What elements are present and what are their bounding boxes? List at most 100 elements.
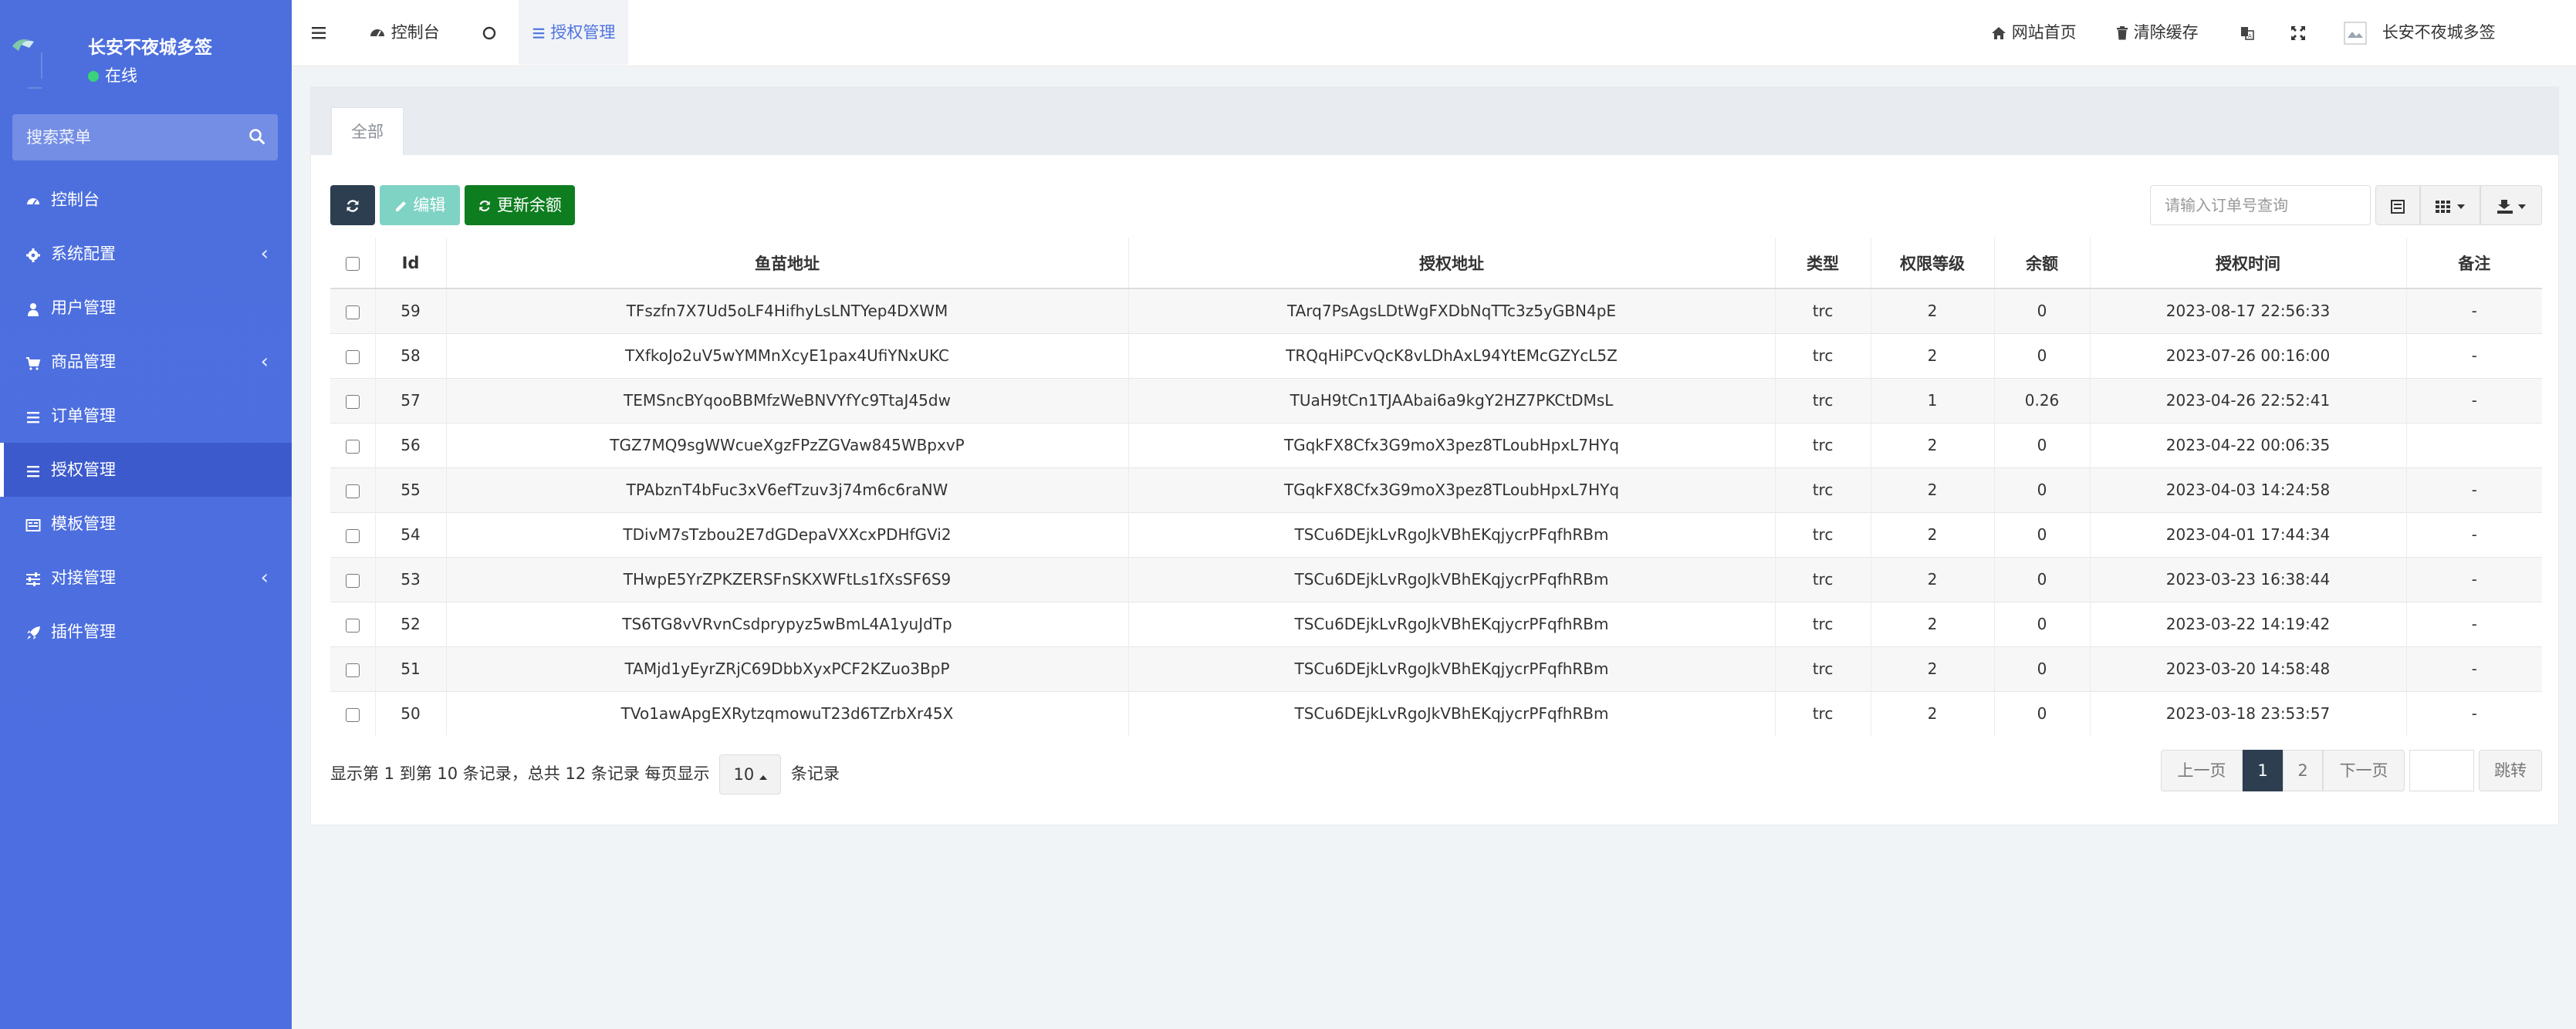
refresh-button[interactable] bbox=[330, 185, 375, 225]
row-checkbox-cell bbox=[330, 377, 375, 423]
rocket-icon bbox=[25, 606, 42, 660]
cell-type: trc bbox=[1774, 690, 1871, 736]
table-body: 59 TFszfn7X7Ud5oLF4HifhyLsLNTYep4DXWM TArq… bbox=[330, 288, 2542, 736]
sidebar-item-label: 对接管理 bbox=[51, 568, 116, 587]
header-user-menu[interactable]: 长安不夜城多签 bbox=[2343, 0, 2496, 65]
cell-level: 2 bbox=[1870, 422, 1994, 467]
cell-auth-time: 2023-07-26 00:16:00 bbox=[2089, 332, 2406, 378]
row-checkbox[interactable] bbox=[345, 663, 360, 677]
cell-auth-address: TSCu6DEjkLvRgoJkVBhEKqjycrPFqfhRBm bbox=[1127, 690, 1775, 736]
sidebar-item-integrations[interactable]: 对接管理 ‹ bbox=[0, 551, 292, 605]
tab-all[interactable]: 全部 bbox=[331, 107, 404, 155]
row-checkbox[interactable] bbox=[345, 394, 360, 409]
jump-page-input[interactable] bbox=[2410, 751, 2473, 791]
order-search-input[interactable] bbox=[2151, 186, 2370, 224]
sidebar-item-templates[interactable]: 模板管理 bbox=[0, 497, 292, 551]
translate-icon[interactable]: A bbox=[2240, 0, 2255, 65]
row-checkbox[interactable] bbox=[345, 528, 360, 543]
table-row[interactable]: 59 TFszfn7X7Ud5oLF4HifhyLsLNTYep4DXWM TArq… bbox=[330, 288, 2542, 333]
cell-auth-address: TSCu6DEjkLvRgoJkVBhEKqjycrPFqfhRBm bbox=[1127, 646, 1775, 691]
row-checkbox[interactable] bbox=[345, 618, 360, 633]
column-header[interactable]: 授权地址 bbox=[1127, 238, 1775, 289]
fullscreen-icon[interactable] bbox=[2290, 0, 2306, 65]
sidebar-item-products[interactable]: 商品管理 ‹ bbox=[0, 335, 292, 389]
tab-dashboard-label: 控制台 bbox=[390, 23, 440, 42]
page-2-button[interactable]: 2 bbox=[2283, 750, 2323, 791]
tab-authorization[interactable]: 授权管理 bbox=[519, 0, 628, 65]
user-name: 长安不夜城多签 bbox=[88, 38, 212, 58]
cell-auth-time: 2023-03-22 14:19:42 bbox=[2089, 601, 2406, 646]
sidebar-item-label: 订单管理 bbox=[51, 407, 116, 425]
menu-toggle-icon[interactable] bbox=[312, 0, 327, 65]
sidebar-item-dashboard[interactable]: 控制台 bbox=[0, 173, 292, 227]
cell-level: 2 bbox=[1870, 511, 1994, 557]
cell-id: 50 bbox=[374, 690, 446, 736]
jump-button[interactable]: 跳转 bbox=[2479, 750, 2542, 791]
sidebar-item-authorization[interactable]: 授权管理 bbox=[0, 443, 292, 497]
columns-button[interactable] bbox=[2420, 185, 2480, 225]
cell-fish-address: TXfkoJo2uV5wYMMnXcyE1pax4UfiYNxUKC bbox=[445, 332, 1128, 378]
sidebar-item-users[interactable]: 用户管理 bbox=[0, 281, 292, 335]
prev-page-button[interactable]: 上一页 bbox=[2161, 750, 2243, 791]
sidebar-item-system-config[interactable]: 系统配置 ‹ bbox=[0, 227, 292, 281]
cell-balance: 0 bbox=[1993, 422, 2090, 467]
clear-cache-link[interactable]: 清除缓存 bbox=[2116, 0, 2199, 65]
cell-level: 2 bbox=[1870, 332, 1994, 378]
column-header[interactable]: Id bbox=[374, 238, 446, 289]
row-checkbox[interactable] bbox=[345, 305, 360, 319]
refresh-circle-icon[interactable] bbox=[482, 0, 497, 65]
clear-cache-label: 清除缓存 bbox=[2133, 23, 2199, 42]
row-checkbox-cell bbox=[330, 332, 375, 378]
row-checkbox-cell bbox=[330, 601, 375, 646]
export-button[interactable] bbox=[2480, 185, 2542, 225]
site-home-link[interactable]: 网站首页 bbox=[1991, 0, 2077, 65]
row-checkbox[interactable] bbox=[345, 439, 360, 454]
column-header[interactable]: 鱼苗地址 bbox=[445, 238, 1128, 289]
edit-button[interactable]: 编辑 bbox=[380, 185, 460, 225]
cell-id: 53 bbox=[374, 556, 446, 602]
table-row[interactable]: 51 TAMjd1yEyrZRjC69DbbXyxPCF2KZuo3BpP TSCu… bbox=[330, 646, 2542, 691]
update-balance-button[interactable]: 更新余额 bbox=[465, 185, 575, 225]
cell-auth-time: 2023-04-01 17:44:34 bbox=[2089, 511, 2406, 557]
table-row[interactable]: 50 TVo1awApgEXRytzqmowuT23d6TZrbXr45X TSCu… bbox=[330, 690, 2542, 736]
cell-auth-time: 2023-04-22 00:06:35 bbox=[2089, 422, 2406, 467]
list-icon bbox=[532, 28, 544, 39]
table-row[interactable]: 56 TGZ7MQ9sgWWcueXgzFPzZGVaw845WBpxvP TGqk… bbox=[330, 422, 2542, 467]
table-row[interactable]: 53 THwpE5YrZPKZERSFnSKXWFtLs1fXsSF6S9 TSCu… bbox=[330, 556, 2542, 602]
update-balance-label: 更新余额 bbox=[496, 196, 562, 214]
toggle-view-button[interactable] bbox=[2375, 185, 2420, 225]
tab-authorization-label: 授权管理 bbox=[550, 23, 616, 42]
column-header[interactable]: 授权时间 bbox=[2089, 238, 2406, 289]
cell-note: - bbox=[2405, 646, 2542, 691]
column-header[interactable]: 余额 bbox=[1993, 238, 2090, 289]
user-panel: 长安不夜城多签 在线 bbox=[0, 0, 292, 100]
page-size-select[interactable]: 10 bbox=[719, 754, 782, 795]
cell-balance: 0 bbox=[1993, 690, 2090, 736]
next-page-button[interactable]: 下一页 bbox=[2323, 750, 2405, 791]
refresh-icon bbox=[347, 200, 359, 212]
cell-type: trc bbox=[1774, 601, 1871, 646]
table-row[interactable]: 58 TXfkoJo2uV5wYMMnXcyE1pax4UfiYNxUKC TRQq… bbox=[330, 332, 2542, 378]
sidebar-item-orders[interactable]: 订单管理 bbox=[0, 389, 292, 443]
table-row[interactable]: 54 TDivM7sTzbou2E7dGDepaVXXcxPDHfGVi2 TSCu… bbox=[330, 511, 2542, 557]
tab-dashboard[interactable]: 控制台 bbox=[369, 0, 440, 65]
cell-auth-address: TSCu6DEjkLvRgoJkVBhEKqjycrPFqfhRBm bbox=[1127, 556, 1775, 602]
row-checkbox[interactable] bbox=[345, 573, 360, 588]
column-header[interactable]: 备注 bbox=[2405, 238, 2542, 289]
table-row[interactable]: 52 TS6TG8vVRvnCsdprypyz5wBmL4A1yuJdTp TSCu… bbox=[330, 601, 2542, 646]
table-row[interactable]: 57 TEMSncBYqooBBMfzWeBNVYfYc9TtaJ45dw TUaH… bbox=[330, 377, 2542, 423]
svg-text:A: A bbox=[2248, 33, 2252, 39]
column-header[interactable]: 权限等级 bbox=[1870, 238, 1994, 289]
select-all-checkbox[interactable] bbox=[345, 256, 360, 271]
sidebar-item-plugins[interactable]: 插件管理 bbox=[0, 605, 292, 659]
row-checkbox[interactable] bbox=[345, 707, 360, 722]
row-checkbox[interactable] bbox=[345, 484, 360, 498]
table-row[interactable]: 55 TPAbznT4bFuc3xV6efTzuv3j74m6c6raNW TGqk… bbox=[330, 467, 2542, 512]
sidebar: 长安不夜城多签 在线 控制台 系统配置 ‹ 用户管理 商品管理 ‹ 订单管理 授… bbox=[0, 0, 292, 1029]
sliders-icon bbox=[25, 552, 42, 606]
column-header[interactable]: 类型 bbox=[1774, 238, 1871, 289]
page-1-button[interactable]: 1 bbox=[2243, 750, 2283, 791]
row-checkbox[interactable] bbox=[345, 349, 360, 364]
menu-search-input[interactable] bbox=[12, 114, 236, 160]
search-icon[interactable] bbox=[248, 128, 265, 149]
